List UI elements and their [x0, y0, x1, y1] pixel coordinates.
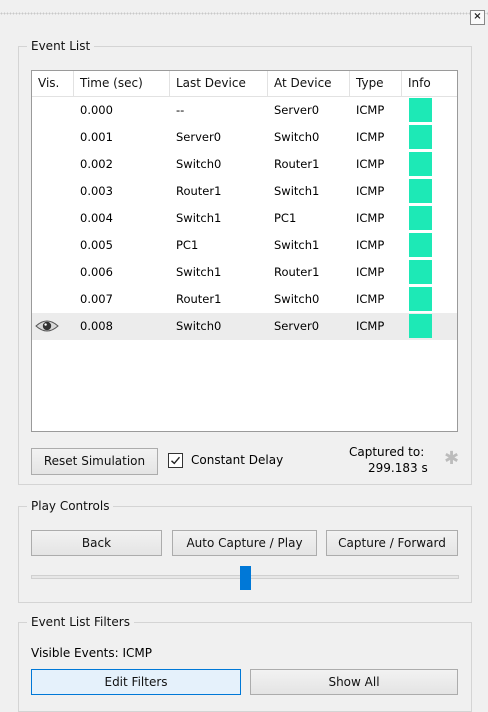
constant-delay-label[interactable]: Constant Delay: [191, 453, 283, 467]
cell-time: 0.002: [80, 157, 113, 171]
cell-at-device: Switch1: [274, 184, 320, 198]
event-list-filters-title: Event List Filters: [27, 615, 134, 629]
cell-at-device: PC1: [274, 211, 297, 225]
cell-type: ICMP: [356, 103, 385, 117]
cell-at-device: Server0: [274, 319, 320, 333]
cell-last-device: --: [176, 103, 185, 117]
play-controls-title: Play Controls: [27, 499, 114, 513]
cell-at-device: Switch0: [274, 292, 320, 306]
cell-at-device: Switch1: [274, 238, 320, 252]
cell-time: 0.005: [80, 238, 113, 252]
info-color-swatch[interactable]: [409, 98, 432, 122]
show-all-button[interactable]: Show All: [250, 669, 458, 695]
cell-at-device: Router1: [274, 157, 320, 171]
column-header-at-device[interactable]: At Device: [268, 71, 350, 96]
event-list-title: Event List: [27, 39, 95, 53]
cell-type: ICMP: [356, 292, 385, 306]
table-row[interactable]: 0.002 Switch0 Router1 ICMP: [32, 151, 457, 178]
captured-to-value: 299.183 s: [368, 461, 428, 475]
column-header-vis[interactable]: Vis.: [32, 71, 74, 96]
table-row[interactable]: 0.003 Router1 Switch1 ICMP: [32, 178, 457, 205]
cell-last-device: Router1: [176, 184, 222, 198]
table-header: Vis. Time (sec) Last Device At Device Ty…: [32, 71, 457, 97]
visible-events-label: Visible Events: ICMP: [31, 646, 153, 660]
column-header-last-device[interactable]: Last Device: [170, 71, 268, 96]
info-color-swatch[interactable]: [409, 125, 432, 149]
cell-time: 0.008: [80, 319, 113, 333]
cell-at-device: Server0: [274, 103, 320, 117]
info-color-swatch[interactable]: [409, 233, 432, 257]
info-color-swatch[interactable]: [409, 179, 432, 203]
event-list-table[interactable]: Vis. Time (sec) Last Device At Device Ty…: [31, 70, 458, 432]
table-row[interactable]: 0.001 Server0 Switch0 ICMP: [32, 124, 457, 151]
column-header-info[interactable]: Info: [402, 71, 457, 96]
cell-type: ICMP: [356, 265, 385, 279]
table-row[interactable]: 0.004 Switch1 PC1 ICMP: [32, 205, 457, 232]
cell-type: ICMP: [356, 211, 385, 225]
constant-delay-checkbox[interactable]: [168, 453, 183, 468]
table-row[interactable]: 0.005 PC1 Switch1 ICMP: [32, 232, 457, 259]
capture-forward-button[interactable]: Capture / Forward: [326, 530, 458, 556]
cell-last-device: Switch0: [176, 157, 222, 171]
cell-last-device: Router1: [176, 292, 222, 306]
cell-last-device: Switch0: [176, 319, 222, 333]
cell-last-device: PC1: [176, 238, 199, 252]
cell-time: 0.003: [80, 184, 113, 198]
asterisk-icon: ✱: [444, 448, 460, 469]
cell-time: 0.006: [80, 265, 113, 279]
info-color-swatch[interactable]: [409, 260, 432, 284]
column-header-time[interactable]: Time (sec): [74, 71, 170, 96]
cell-last-device: Switch1: [176, 265, 222, 279]
table-row[interactable]: 0.000 -- Server0 ICMP: [32, 97, 457, 124]
auto-capture-play-button[interactable]: Auto Capture / Play: [172, 530, 317, 556]
cell-type: ICMP: [356, 130, 385, 144]
back-button[interactable]: Back: [31, 530, 162, 556]
table-row[interactable]: 0.006 Switch1 Router1 ICMP: [32, 259, 457, 286]
cell-type: ICMP: [356, 157, 385, 171]
column-header-type[interactable]: Type: [350, 71, 402, 96]
cell-time: 0.004: [80, 211, 113, 225]
eye-icon[interactable]: [35, 319, 59, 333]
table-row[interactable]: 0.007 Router1 Switch0 ICMP: [32, 286, 457, 313]
checkmark-icon: [171, 456, 181, 465]
cell-last-device: Server0: [176, 130, 222, 144]
info-color-swatch[interactable]: [409, 206, 432, 230]
info-color-swatch[interactable]: [409, 152, 432, 176]
title-bar: [0, 0, 488, 28]
info-color-swatch[interactable]: [409, 314, 432, 338]
cell-last-device: Switch1: [176, 211, 222, 225]
cell-time: 0.007: [80, 292, 113, 306]
cell-type: ICMP: [356, 319, 385, 333]
table-row[interactable]: 0.008 Switch0 Server0 ICMP: [32, 313, 457, 340]
cell-type: ICMP: [356, 238, 385, 252]
cell-time: 0.000: [80, 103, 113, 117]
captured-to-label: Captured to:: [349, 445, 425, 459]
event-list-filters-group: Event List Filters: [18, 615, 472, 712]
cell-at-device: Switch0: [274, 130, 320, 144]
close-button[interactable]: ×: [470, 10, 485, 25]
cell-at-device: Router1: [274, 265, 320, 279]
cell-time: 0.001: [80, 130, 113, 144]
cell-type: ICMP: [356, 184, 385, 198]
reset-simulation-button[interactable]: Reset Simulation: [31, 448, 158, 475]
edit-filters-button[interactable]: Edit Filters: [31, 669, 241, 695]
info-color-swatch[interactable]: [409, 287, 432, 311]
play-speed-slider-thumb[interactable]: [240, 566, 251, 590]
